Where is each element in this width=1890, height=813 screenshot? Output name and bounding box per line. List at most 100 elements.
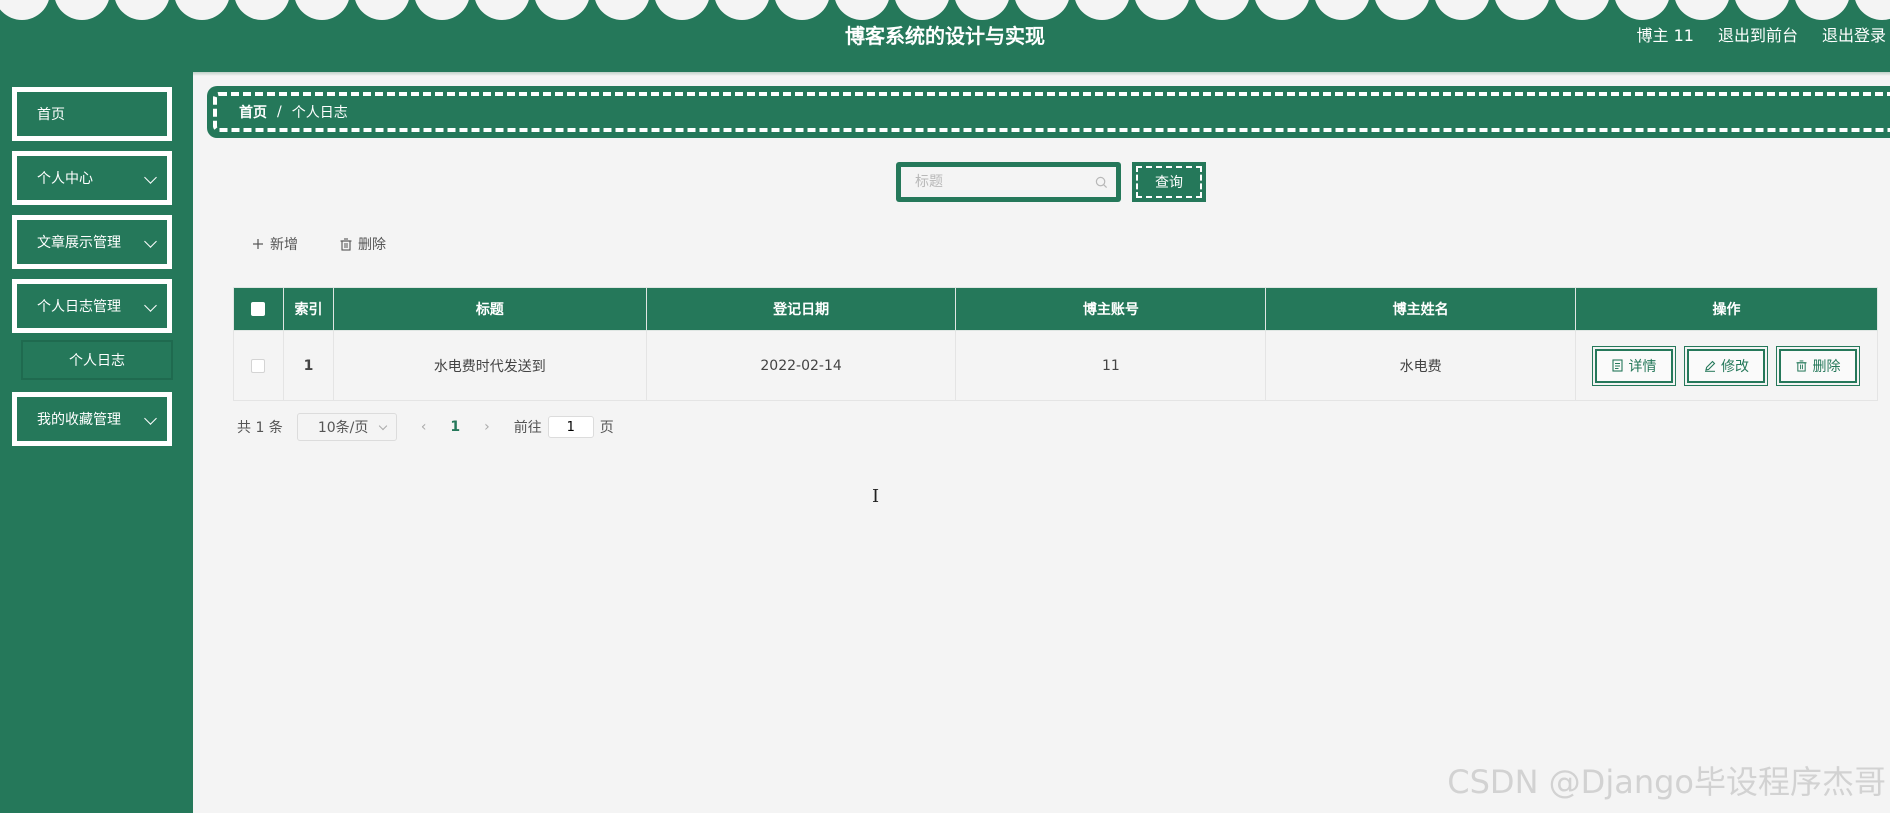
page-size-value: 10条/页 [317, 420, 369, 436]
breadcrumb: 首页 / 个人日志 [207, 86, 1890, 138]
cell-actions: 详情 修改 删除 [1574, 330, 1879, 401]
chevron-down-icon [144, 235, 157, 248]
column-header-index: 索引 [282, 287, 334, 331]
add-button[interactable]: 新增 [252, 234, 298, 254]
trash-icon [1796, 359, 1808, 372]
scallop-circle [1375, 0, 1429, 20]
breadcrumb-current: 个人日志 [291, 105, 348, 121]
search-icon [1095, 176, 1108, 189]
cell-index: 1 [282, 330, 334, 401]
sidebar-item-favorites-management[interactable]: 我的收藏管理 [12, 392, 172, 446]
scallop-circle [1015, 0, 1069, 20]
sidebar-item-home[interactable]: 首页 [12, 87, 172, 141]
pagination: 共 1 条 10条/页 ‹ 1 › 前往 页 [237, 413, 614, 441]
watermark: CSDN @Django毕设程序杰哥 [1447, 763, 1886, 801]
scallop-circle [355, 0, 409, 20]
column-header-title: 标题 [332, 287, 647, 331]
scallop-circle [1795, 0, 1849, 20]
search-input[interactable] [901, 167, 1116, 197]
top-header: 博客系统的设计与实现 博主 11 退出到前台 退出登录 [0, 0, 1890, 72]
text-cursor-icon: I [872, 486, 880, 507]
table-row: 1 水电费时代发送到 2022-02-14 11 水电费 详情 修改 删除 [233, 330, 1879, 401]
column-header-actions: 操作 [1574, 287, 1879, 331]
scallop-circle [655, 0, 709, 20]
scallop-circle [595, 0, 649, 20]
row-delete-button-label: 删除 [1812, 358, 1841, 375]
query-button[interactable]: 查询 [1132, 162, 1206, 202]
sidebar-item-log-management[interactable]: 个人日志管理 [12, 279, 172, 333]
sidebar-item-label: 个人日志管理 [37, 299, 121, 315]
query-button-label: 查询 [1136, 166, 1202, 198]
to-frontend-link[interactable]: 退出到前台 [1718, 22, 1798, 46]
search-box [896, 162, 1121, 202]
sidebar-item-label: 个人中心 [37, 171, 93, 187]
row-checkbox[interactable] [251, 358, 266, 373]
page-number-current[interactable]: 1 [450, 419, 460, 435]
row-delete-button[interactable]: 删除 [1776, 345, 1861, 386]
chevron-down-icon [144, 299, 157, 312]
column-header-name: 博主姓名 [1265, 287, 1576, 331]
select-all-checkbox[interactable] [251, 302, 266, 316]
breadcrumb-home[interactable]: 首页 [239, 102, 267, 122]
logout-link[interactable]: 退出登录 [1822, 22, 1886, 46]
goto-page-input[interactable] [547, 416, 594, 438]
delete-button-label: 删除 [358, 237, 386, 253]
prev-page-icon[interactable]: ‹ [421, 419, 427, 435]
scallop-circle [835, 0, 889, 20]
column-header-date: 登记日期 [645, 287, 957, 331]
sidebar: 首页 个人中心 文章展示管理 个人日志管理 个人日志 我的收藏管理 [0, 72, 193, 813]
goto-prefix: 前往 [513, 420, 542, 436]
user-label[interactable]: 博主 11 [1637, 22, 1694, 46]
chevron-down-icon [378, 421, 388, 431]
scallop-circle [0, 0, 49, 20]
edit-button[interactable]: 修改 [1684, 345, 1769, 386]
cell-name: 水电费 [1265, 330, 1576, 401]
cell-date: 2022-02-14 [645, 330, 957, 401]
sidebar-item-label: 首页 [37, 107, 65, 123]
scallop-circle [1615, 0, 1669, 20]
breadcrumb-inner: 首页 / 个人日志 [213, 92, 1890, 132]
scallop-circle [1855, 0, 1890, 20]
scallop-circle [715, 0, 769, 20]
sidebar-item-personal-center[interactable]: 个人中心 [12, 151, 172, 205]
document-icon [1612, 359, 1624, 372]
page-size-select[interactable]: 10条/页 [296, 413, 397, 441]
select-all-header [233, 287, 284, 331]
delete-button[interactable]: 删除 [340, 234, 386, 254]
cell-title: 水电费时代发送到 [332, 330, 647, 401]
scallop-circle [535, 0, 589, 20]
scallop-circle [415, 0, 469, 20]
scallop-circle [955, 0, 1009, 20]
scallop-circle [1675, 0, 1729, 20]
plus-icon [253, 239, 263, 249]
header-user-links: 博主 11 退出到前台 退出登录 [1637, 22, 1886, 46]
sidebar-subitem-personal-log[interactable]: 个人日志 [21, 340, 173, 380]
scallop-circle [1495, 0, 1549, 20]
detail-button[interactable]: 详情 [1592, 345, 1677, 386]
sidebar-item-label: 我的收藏管理 [37, 412, 121, 428]
pencil-icon [1704, 360, 1716, 372]
scallop-circle [1075, 0, 1129, 20]
total-count: 共 1 条 [237, 420, 283, 436]
edit-button-label: 修改 [1720, 358, 1749, 375]
scallop-circle [1315, 0, 1369, 20]
scallop-circle [1255, 0, 1309, 20]
scallop-circle [475, 0, 529, 20]
scallop-circle [895, 0, 949, 20]
search-field [900, 166, 1117, 198]
scallop-circle [175, 0, 229, 20]
header-shadow [0, 72, 1890, 76]
sidebar-item-article-management[interactable]: 文章展示管理 [12, 215, 172, 269]
scallop-circle [775, 0, 829, 20]
add-button-label: 新增 [270, 237, 298, 253]
next-page-icon[interactable]: › [484, 419, 490, 435]
scallop-circle [1195, 0, 1249, 20]
breadcrumb-separator: / [277, 104, 282, 120]
chevron-down-icon [144, 412, 157, 425]
goto-suffix: 页 [599, 420, 614, 436]
table-header-row: 索引 标题 登记日期 博主账号 博主姓名 操作 [233, 287, 1879, 331]
column-header-account: 博主账号 [955, 287, 1267, 331]
scallop-circle [1135, 0, 1189, 20]
sidebar-subitem-label: 个人日志 [69, 353, 125, 369]
scallop-circle [295, 0, 349, 20]
